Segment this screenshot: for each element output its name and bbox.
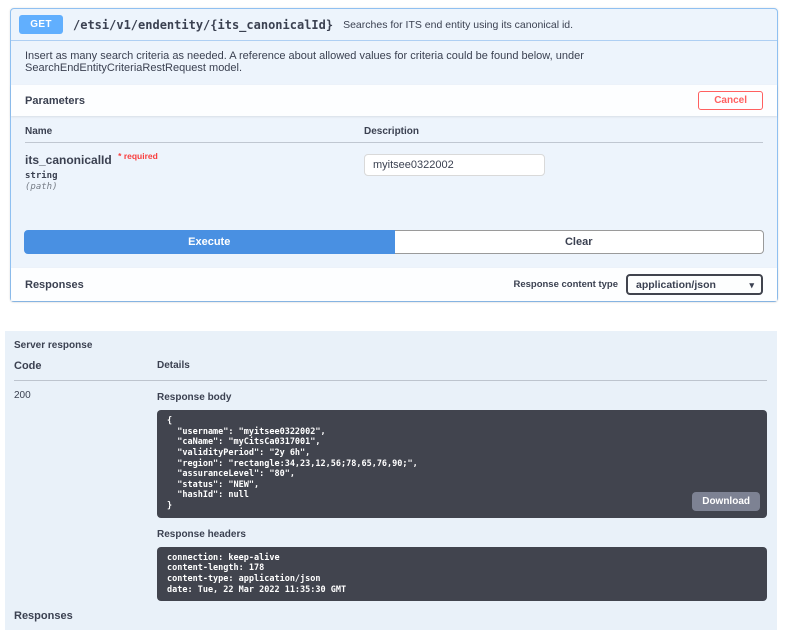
response-content-type-value: application/json — [636, 279, 716, 291]
responses-section-header: Responses Response content type applicat… — [11, 268, 777, 301]
operation-description: Insert as many search criteria as needed… — [11, 41, 777, 85]
http-method-badge: GET — [19, 15, 63, 34]
response-headers-label: Response headers — [157, 529, 767, 540]
name-column-header: Name — [25, 126, 364, 137]
parameter-type: string — [25, 171, 364, 181]
response-content-type-label: Response content type — [513, 279, 618, 290]
response-body-label: Response body — [157, 392, 767, 403]
parameters-table: Name Description its_canonicalId * requi… — [11, 116, 777, 218]
code-column-header: Code — [14, 360, 157, 372]
response-body-code: { "username": "myitsee0322002", "caName"… — [157, 410, 767, 518]
response-body-block: { "username": "myitsee0322002", "caName"… — [157, 410, 767, 518]
parameters-table-header: Name Description — [25, 126, 763, 143]
responses-title: Responses — [25, 279, 84, 291]
parameter-name: its_canonicalId — [25, 153, 112, 167]
server-response-title: Server response — [14, 338, 767, 360]
table-row: its_canonicalId * required string (path) — [25, 143, 763, 214]
endpoint-summary: Searches for ITS end entity using its ca… — [343, 19, 573, 31]
clear-button[interactable]: Clear — [395, 230, 765, 254]
parameter-location: (path) — [25, 182, 364, 192]
download-button[interactable]: Download — [692, 492, 760, 511]
description-column-header: Description — [364, 126, 763, 137]
parameters-section-header: Parameters Cancel — [11, 85, 777, 116]
execute-button-group: Execute Clear — [11, 218, 777, 268]
parameters-title: Parameters — [25, 95, 85, 107]
response-content-type-select[interactable]: application/json ▾ — [626, 274, 763, 295]
operation-summary[interactable]: GET /etsi/v1/endentity/{its_canonicalId}… — [11, 9, 777, 41]
parameter-name-cell: its_canonicalId * required string (path) — [25, 151, 364, 192]
server-response-row: 200 Response body { "username": "myitsee… — [14, 381, 767, 601]
response-details-cell: Response body { "username": "myitsee0322… — [157, 390, 767, 601]
status-code: 200 — [14, 390, 157, 601]
execute-button[interactable]: Execute — [24, 230, 395, 254]
server-response-table-header: Code Details — [14, 360, 767, 381]
operation-block-get: GET /etsi/v1/endentity/{its_canonicalId}… — [10, 8, 778, 302]
parameter-value-cell — [364, 151, 763, 192]
response-content-type-control: Response content type application/json ▾ — [513, 274, 763, 295]
response-headers-code: connection: keep-alive content-length: 1… — [157, 547, 767, 602]
required-marker: * required — [118, 151, 158, 161]
details-column-header: Details — [157, 360, 767, 372]
cancel-button[interactable]: Cancel — [698, 91, 763, 110]
chevron-down-icon: ▾ — [749, 280, 754, 291]
its-canonicalid-input[interactable] — [364, 154, 545, 176]
server-response-panel: Server response Code Details 200 Respons… — [5, 331, 777, 630]
endpoint-path: /etsi/v1/endentity/{its_canonicalId} — [73, 18, 333, 32]
responses-footer-title: Responses — [14, 601, 767, 625]
